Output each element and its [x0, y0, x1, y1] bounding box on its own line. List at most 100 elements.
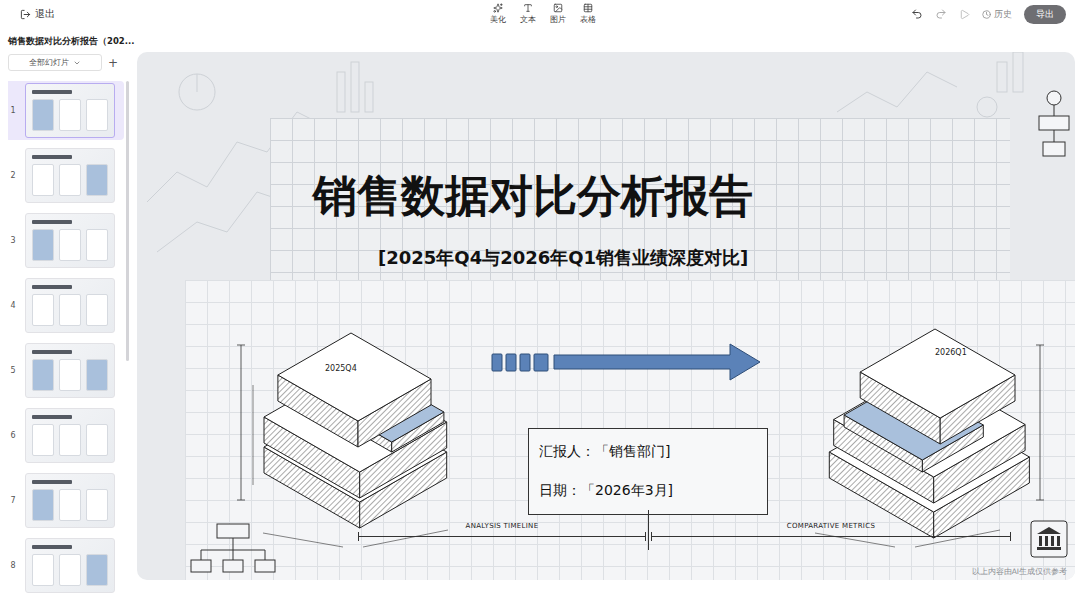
thumbnail-title-bar — [32, 350, 72, 354]
sidebar: 销售数据对比分析报告（202... 全部幻灯片 +1 2 3 4 5 6 7 8 — [0, 28, 132, 595]
exit-button[interactable]: 退出 — [20, 7, 490, 21]
thumbnail-block — [59, 359, 81, 391]
thumbnail-block — [59, 164, 81, 196]
slide-thumbnail[interactable] — [25, 278, 115, 333]
scrollbar[interactable] — [126, 81, 129, 595]
slide-thumbnail[interactable] — [25, 83, 115, 138]
thumbnail-block — [59, 99, 81, 131]
thumbnail-title-bar — [32, 545, 72, 549]
tool-button[interactable]: 图片 — [550, 3, 566, 25]
slide-list-area: 1 2 3 4 5 6 7 8 — [8, 81, 132, 595]
scrollbar-thumb[interactable] — [126, 81, 129, 361]
slide-thumbnail[interactable] — [25, 213, 115, 268]
clock-icon — [982, 10, 991, 19]
slide-number: 1 — [8, 106, 18, 115]
export-button[interactable]: 导出 — [1024, 5, 1066, 24]
add-slide-button[interactable]: + — [108, 57, 118, 69]
thumbnail-title-bar — [32, 155, 72, 159]
axis-span: ANALYSIS TIMELINE — [358, 522, 646, 537]
slide-number: 4 — [8, 301, 18, 310]
left-blocks-illustration: 2025Q4 — [233, 285, 473, 555]
slide-title[interactable]: 销售数据对比分析报告 — [313, 170, 753, 223]
thumbnail-content — [32, 164, 108, 196]
thumbnail-block — [32, 554, 54, 586]
action-group: 历史导出 — [596, 5, 1066, 24]
slide-item[interactable]: 3 — [8, 211, 124, 270]
thumbnail-content — [32, 359, 108, 391]
tool-button[interactable]: 美化 — [490, 3, 506, 25]
thumbnail-content — [32, 489, 108, 521]
slide-item[interactable]: 5 — [8, 341, 124, 400]
axis-line — [358, 536, 646, 537]
table-icon — [583, 3, 593, 13]
flowchart-icon — [1037, 90, 1071, 170]
slide-item[interactable]: 4 — [8, 276, 124, 335]
tool-button[interactable]: 文本 — [520, 3, 536, 25]
slide-item[interactable]: 6 — [8, 406, 124, 465]
tool-button[interactable]: 表格 — [580, 3, 596, 25]
slide-item[interactable]: 2 — [8, 146, 124, 205]
reporter-line: 汇报人：「销售部门] — [539, 443, 757, 461]
thumbnail-block — [32, 294, 54, 326]
thumbnail-content — [32, 424, 108, 456]
thumbnail-block — [32, 164, 54, 196]
editor-page: 退出美化文本图片表格历史导出销售数据对比分析报告（202...全部幻灯片+123… — [0, 0, 1078, 595]
thumbnail-content — [32, 229, 108, 261]
canvas-area: 销售数据对比分析报告 [2025年Q4与2026年Q1销售业绩深度对比] 2025Q… — [132, 28, 1078, 595]
thumbnail-block — [86, 229, 108, 261]
slide-thumbnail[interactable] — [25, 473, 115, 528]
slide-number: 8 — [8, 561, 18, 570]
thumbnail-block — [86, 424, 108, 456]
axis-span: COMPARATIVE METRICS — [651, 522, 1011, 537]
play-icon[interactable] — [959, 9, 970, 20]
thumbnail-content — [32, 554, 108, 586]
slide-number: 6 — [8, 431, 18, 440]
arrow-icon — [490, 342, 762, 382]
thumbnail-block — [59, 294, 81, 326]
thumbnail-title-bar — [32, 90, 72, 94]
thumbnail-block — [32, 489, 54, 521]
thumbnail-block — [32, 229, 54, 261]
undo-icon[interactable] — [911, 8, 923, 20]
redo-icon[interactable] — [935, 8, 947, 20]
thumbnail-block — [59, 489, 81, 521]
slide-canvas[interactable]: 销售数据对比分析报告 [2025年Q4与2026年Q1销售业绩深度对比] 2025Q… — [137, 52, 1075, 580]
slide-thumbnail[interactable] — [25, 343, 115, 398]
thumbnail-block — [32, 359, 54, 391]
block-label: 2026Q1 — [935, 348, 967, 357]
editor-body: 销售数据对比分析报告（202... 全部幻灯片 +1 2 3 4 5 6 7 8 销售数据对比分析报… — [0, 28, 1078, 595]
bank-icon — [1030, 520, 1068, 558]
thumbnail-content — [32, 294, 108, 326]
slide-item[interactable]: 7 — [8, 471, 124, 530]
document-title: 销售数据对比分析报告（202... — [8, 36, 132, 48]
thumbnail-block — [86, 359, 108, 391]
text-icon — [523, 3, 533, 13]
slide-number: 3 — [8, 236, 18, 245]
slide-subtitle[interactable]: [2025年Q4与2026年Q1销售业绩深度对比] — [378, 246, 748, 269]
slide-thumbnail[interactable] — [25, 408, 115, 463]
thumbnail-block — [59, 554, 81, 586]
thumbnail-title-bar — [32, 415, 72, 419]
slide-item[interactable]: 1 — [8, 81, 124, 140]
thumbnail-block — [32, 424, 54, 456]
view-select[interactable]: 全部幻灯片 — [8, 54, 102, 71]
thumbnail-block — [86, 294, 108, 326]
slide-number: 7 — [8, 496, 18, 505]
view-row: 全部幻灯片 + — [8, 54, 132, 71]
slide-thumbnail[interactable] — [25, 148, 115, 203]
thumbnail-title-bar — [32, 220, 72, 224]
thumbnail-block — [59, 424, 81, 456]
slide-list: 1 2 3 4 5 6 7 8 — [8, 81, 124, 595]
ai-disclaimer: 以上内容由AI生成仅供参考 — [972, 567, 1067, 577]
thumbnail-block — [32, 99, 54, 131]
date-line: 日期：「2026年3月] — [539, 482, 757, 500]
slide-number: 5 — [8, 366, 18, 375]
slide-number: 2 — [8, 171, 18, 180]
thumbnail-block — [59, 229, 81, 261]
history-button[interactable]: 历史 — [982, 8, 1012, 21]
slide-thumbnail[interactable] — [25, 538, 115, 593]
info-box[interactable]: 汇报人：「销售部门] 日期：「2026年3月] — [528, 428, 768, 515]
tool-group: 美化文本图片表格 — [490, 3, 596, 25]
slide-item[interactable]: 8 — [8, 536, 124, 595]
thumbnail-block — [86, 164, 108, 196]
